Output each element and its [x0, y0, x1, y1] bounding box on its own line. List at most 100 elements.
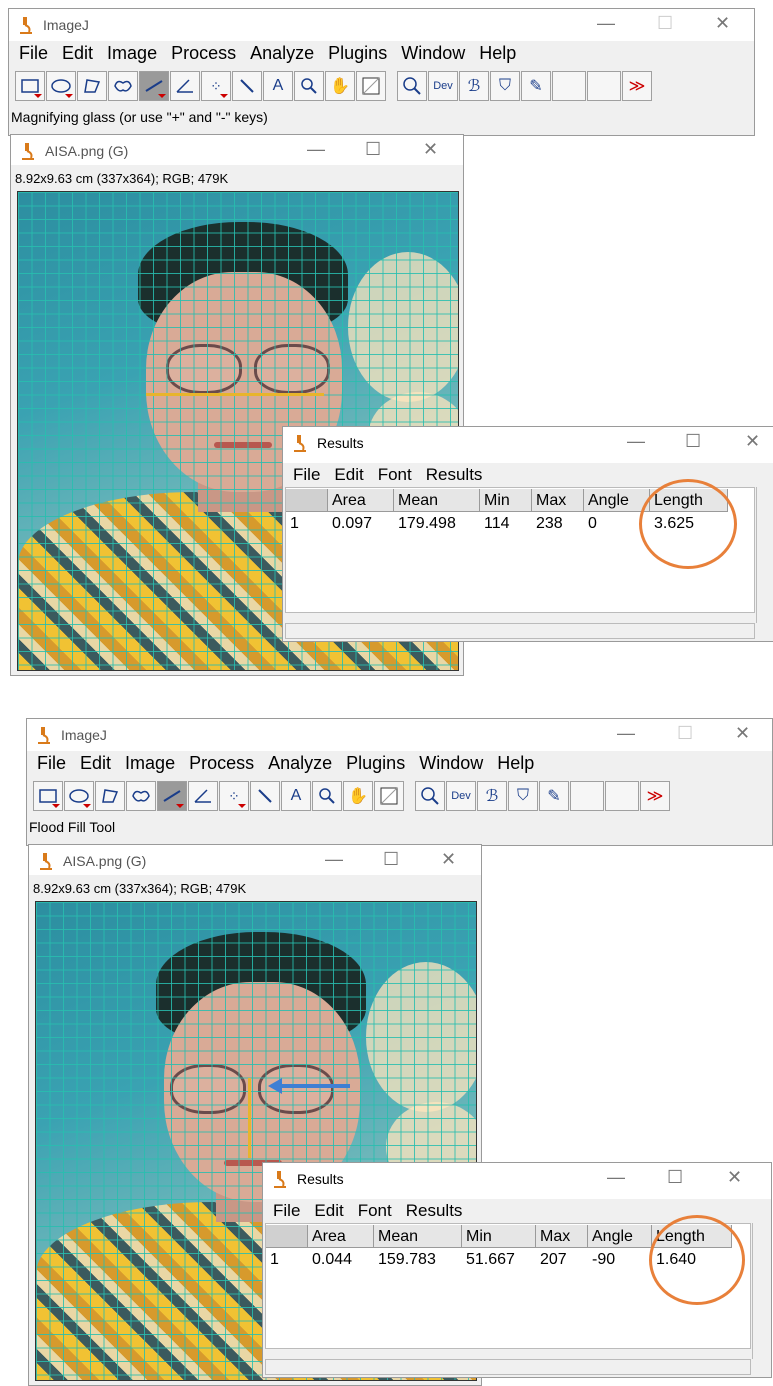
vertical-scrollbar[interactable] — [752, 1223, 771, 1359]
header-area[interactable]: Area — [328, 488, 394, 512]
text-icon[interactable]: A — [281, 781, 311, 811]
menu-process[interactable]: Process — [165, 41, 244, 65]
header-mean[interactable]: Mean — [394, 488, 480, 512]
close-icon[interactable]: ✕ — [715, 13, 730, 34]
polygon-icon[interactable] — [95, 781, 125, 811]
menu-image[interactable]: Image — [101, 41, 165, 65]
close-icon[interactable]: ✕ — [727, 1167, 742, 1188]
magnifier-icon[interactable] — [294, 71, 324, 101]
screenshot-panel-2: ImageJ — ☐ ✕ File Edit Image Process Ana… — [0, 704, 773, 1386]
dev-icon[interactable]: Dev — [428, 71, 458, 101]
menu-window[interactable]: Window — [413, 751, 491, 775]
angle-icon[interactable] — [170, 71, 200, 101]
header-angle[interactable]: Angle — [588, 1224, 652, 1248]
polygon-icon[interactable] — [77, 71, 107, 101]
hand-icon[interactable]: ✋ — [343, 781, 373, 811]
vertical-scrollbar[interactable] — [756, 487, 773, 623]
menu-image[interactable]: Image — [119, 751, 183, 775]
menu-process[interactable]: Process — [183, 751, 262, 775]
cell-max: 207 — [540, 1251, 567, 1268]
results-menu-results[interactable]: Results — [400, 1199, 471, 1223]
results-menu-font[interactable]: Font — [372, 463, 420, 487]
rectangle-icon[interactable] — [33, 781, 63, 811]
menu-file[interactable]: File — [31, 751, 74, 775]
maximize-icon[interactable]: ☐ — [365, 139, 381, 160]
menu-analyze[interactable]: Analyze — [244, 41, 322, 65]
close-icon[interactable]: ✕ — [441, 849, 456, 870]
results-menu-file[interactable]: File — [287, 463, 328, 487]
brush-icon[interactable]: ℬ — [459, 71, 489, 101]
header-angle[interactable]: Angle — [584, 488, 650, 512]
multipoint-icon[interactable]: ⁘ — [219, 781, 249, 811]
freehand-icon[interactable] — [108, 71, 138, 101]
dev-icon[interactable]: Dev — [446, 781, 476, 811]
menu-plugins[interactable]: Plugins — [322, 41, 395, 65]
results-menu-font[interactable]: Font — [352, 1199, 400, 1223]
menu-edit[interactable]: Edit — [74, 751, 119, 775]
hand-icon[interactable]: ✋ — [325, 71, 355, 101]
header-min[interactable]: Min — [462, 1224, 536, 1248]
magnifier-icon[interactable] — [312, 781, 342, 811]
horizontal-scrollbar[interactable] — [265, 1359, 751, 1375]
more-tools-icon[interactable]: ≫ — [622, 71, 652, 101]
pencil-icon[interactable]: ✎ — [539, 781, 569, 811]
menu-file[interactable]: File — [13, 41, 56, 65]
image-info: 8.92x9.63 cm (337x364); RGB; 479K — [15, 171, 229, 186]
freehand-icon[interactable] — [126, 781, 156, 811]
line-icon[interactable] — [139, 71, 169, 101]
image-info: 8.92x9.63 cm (337x364); RGB; 479K — [33, 881, 247, 896]
flood-fill-icon[interactable]: ⛉ — [490, 71, 520, 101]
multipoint-icon[interactable]: ⁘ — [201, 71, 231, 101]
text-icon[interactable]: A — [263, 71, 293, 101]
brush-icon[interactable]: ℬ — [477, 781, 507, 811]
menu-help[interactable]: Help — [473, 41, 524, 65]
close-icon[interactable]: ✕ — [745, 431, 760, 452]
maximize-icon[interactable]: ☐ — [685, 431, 701, 452]
close-icon[interactable]: ✕ — [423, 139, 438, 160]
angle-icon[interactable] — [188, 781, 218, 811]
flood-fill-icon[interactable]: ⛉ — [508, 781, 538, 811]
minimize-icon[interactable]: — — [627, 431, 645, 452]
menu-analyze[interactable]: Analyze — [262, 751, 340, 775]
oval-icon[interactable] — [64, 781, 94, 811]
minimize-icon[interactable]: — — [307, 139, 325, 160]
line-icon[interactable] — [157, 781, 187, 811]
rectangle-icon[interactable] — [15, 71, 45, 101]
pencil-icon[interactable]: ✎ — [521, 71, 551, 101]
header-max[interactable]: Max — [536, 1224, 588, 1248]
image-titlebar: AISA.png (G) — ☐ ✕ — [29, 845, 481, 875]
menu-window[interactable]: Window — [395, 41, 473, 65]
horizontal-scrollbar[interactable] — [285, 623, 755, 639]
oval-icon[interactable] — [46, 71, 76, 101]
results-menu-edit[interactable]: Edit — [308, 1199, 351, 1223]
menu-help[interactable]: Help — [491, 751, 542, 775]
imagej-titlebar: ImageJ — ☐ ✕ — [9, 9, 754, 41]
maximize-icon[interactable]: ☐ — [677, 723, 693, 744]
header-max[interactable]: Max — [532, 488, 584, 512]
color-picker-icon[interactable] — [374, 781, 404, 811]
minimize-icon[interactable]: — — [597, 13, 615, 34]
results-title: Results — [317, 435, 364, 451]
minimize-icon[interactable]: — — [617, 723, 635, 744]
header-min[interactable]: Min — [480, 488, 532, 512]
minimize-icon[interactable]: — — [607, 1167, 625, 1188]
highlight-circle — [639, 479, 737, 569]
color-picker-icon[interactable] — [356, 71, 386, 101]
maximize-icon[interactable]: ☐ — [383, 849, 399, 870]
wand-icon[interactable] — [232, 71, 262, 101]
maximize-icon[interactable]: ☐ — [667, 1167, 683, 1188]
maximize-icon[interactable]: ☐ — [657, 13, 673, 34]
more-tools-icon[interactable]: ≫ — [640, 781, 670, 811]
zoom-icon[interactable] — [397, 71, 427, 101]
wand-icon[interactable] — [250, 781, 280, 811]
close-icon[interactable]: ✕ — [735, 723, 750, 744]
menu-edit[interactable]: Edit — [56, 41, 101, 65]
header-area[interactable]: Area — [308, 1224, 374, 1248]
minimize-icon[interactable]: — — [325, 849, 343, 870]
zoom-icon[interactable] — [415, 781, 445, 811]
results-menu-results[interactable]: Results — [420, 463, 491, 487]
results-menu-edit[interactable]: Edit — [328, 463, 371, 487]
header-mean[interactable]: Mean — [374, 1224, 462, 1248]
results-menu-file[interactable]: File — [267, 1199, 308, 1223]
menu-plugins[interactable]: Plugins — [340, 751, 413, 775]
